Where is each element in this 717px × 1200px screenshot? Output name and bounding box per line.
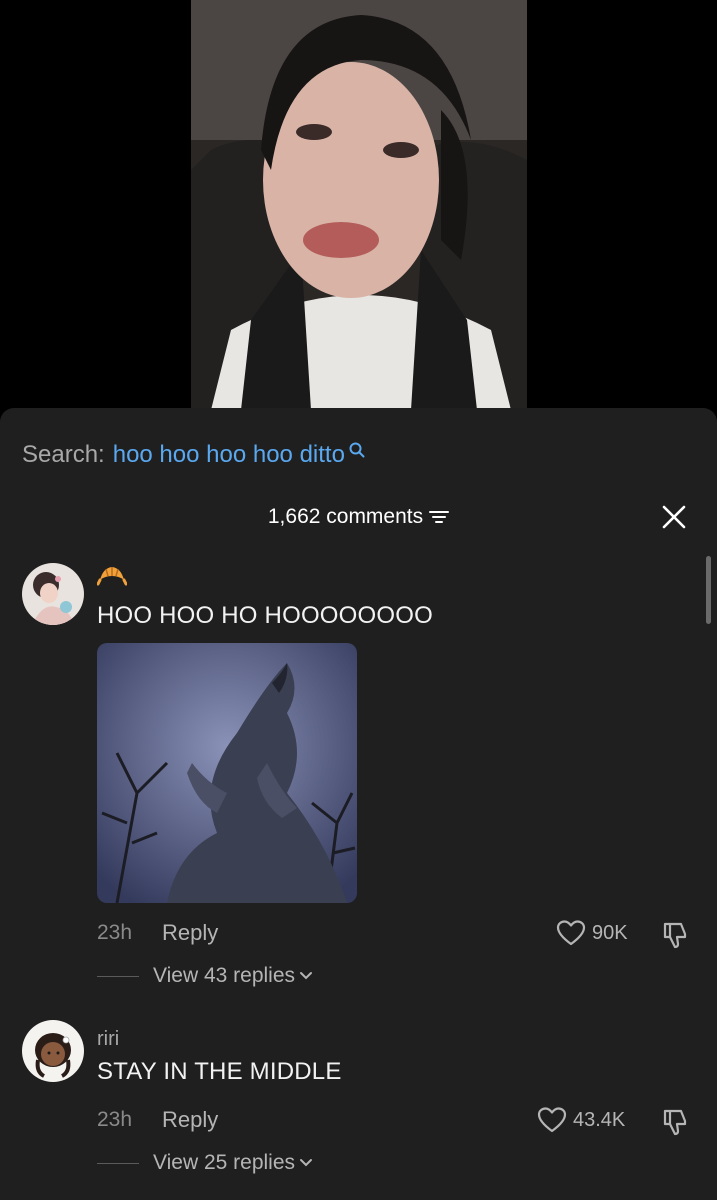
like-count: 43.4K (573, 1108, 626, 1131)
avatar[interactable] (22, 563, 84, 625)
reply-button[interactable]: Reply (162, 920, 218, 946)
like-count: 90K (592, 921, 628, 944)
comment-time: 23h (97, 921, 133, 944)
chevron-down-icon (300, 972, 313, 980)
view-replies-label: View 25 replies (153, 1151, 296, 1174)
view-replies-label: View 43 replies (153, 964, 296, 987)
search-suggestion[interactable]: Search: hoo hoo hoo hoo ditto (22, 440, 366, 470)
comment-text: HOO HOO HO HOOOOOOOO (97, 602, 434, 629)
comment-count: 1,662 comments (267, 505, 424, 528)
view-replies-button[interactable]: View 25 replies (97, 1151, 313, 1175)
comment-text: STAY IN THE MIDDLE (97, 1058, 342, 1085)
heart-icon (556, 920, 586, 946)
divider-line (97, 975, 139, 977)
comment-username[interactable]: riri (97, 1028, 119, 1051)
close-icon[interactable] (661, 504, 687, 530)
video-frame-illustration (191, 0, 527, 410)
dislike-icon[interactable] (660, 1107, 690, 1137)
comment-count-header: 1,662 comments (0, 502, 717, 532)
like-button[interactable]: 43.4K (537, 1106, 625, 1134)
croissant-icon (97, 567, 127, 586)
chevron-down-icon (300, 1159, 313, 1167)
like-button[interactable]: 90K (556, 919, 628, 947)
search-icon[interactable] (348, 441, 366, 459)
heart-icon (537, 1107, 567, 1133)
comments-sheet: Search: hoo hoo hoo hoo ditto 1,662 comm… (0, 408, 717, 1200)
dislike-icon[interactable] (660, 920, 690, 950)
divider-line (97, 1162, 139, 1164)
comment-image[interactable] (97, 643, 357, 903)
avatar[interactable] (22, 1020, 84, 1082)
reply-button[interactable]: Reply (162, 1107, 218, 1133)
avatar-image (22, 563, 84, 625)
view-replies-button[interactable]: View 43 replies (97, 964, 313, 988)
search-query-link[interactable]: hoo hoo hoo hoo ditto (113, 441, 345, 469)
avatar-image (22, 1020, 84, 1082)
search-label: Search: (22, 441, 105, 468)
scrollbar[interactable] (706, 556, 711, 624)
howling-wolf-image (97, 643, 357, 903)
filter-icon[interactable] (429, 509, 450, 525)
comment-time: 23h (97, 1108, 133, 1131)
video-preview[interactable] (191, 0, 527, 410)
